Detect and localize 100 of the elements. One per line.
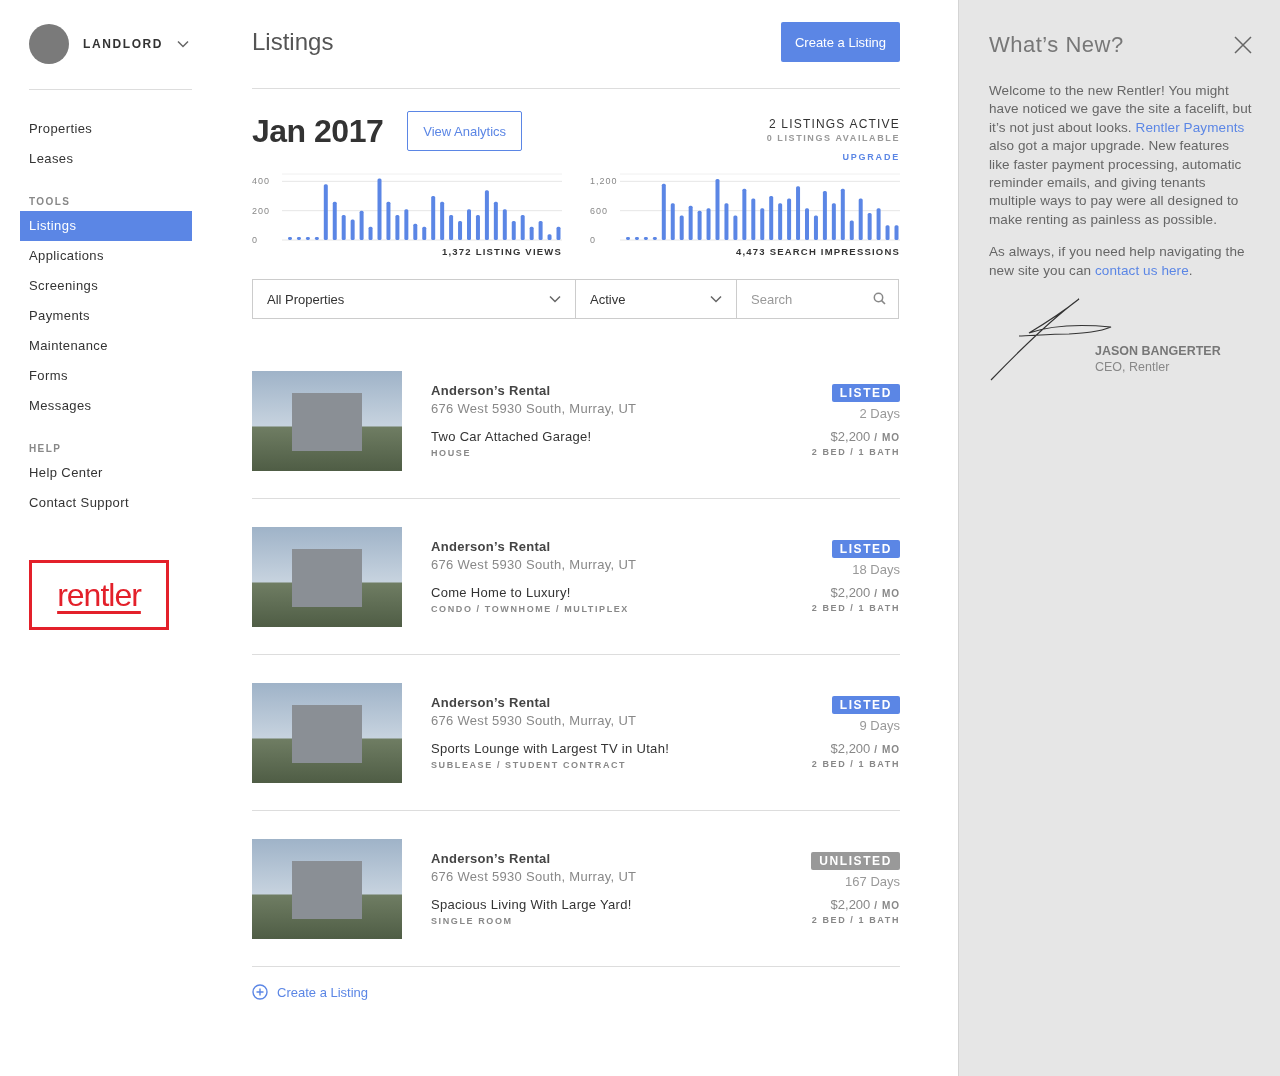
view-analytics-button[interactable]: View Analytics <box>407 111 523 151</box>
status-badge: LISTED <box>831 384 900 402</box>
chart-bar <box>652 237 657 240</box>
status-dropdown[interactable]: Active <box>575 279 737 319</box>
bed-bath: 2 BED / 1 BATH <box>811 603 900 613</box>
sidebar-item[interactable]: Contact Support <box>20 488 192 518</box>
account-role[interactable]: LANDLORD <box>83 37 164 51</box>
chart-bar <box>715 178 720 240</box>
chart-title: 1,372 LISTING VIEWS <box>442 246 562 257</box>
price-period: / MO <box>874 900 900 911</box>
panel-title: What’s New? <box>989 32 1124 58</box>
listing-type: SINGLE ROOM <box>431 916 514 926</box>
price: $2,200 <box>830 429 871 444</box>
price: $2,200 <box>830 585 871 600</box>
upgrade-link[interactable]: UPGRADE <box>842 152 900 162</box>
chart-bar <box>733 215 738 240</box>
chart-bar <box>840 188 845 240</box>
chart-bar <box>377 178 382 240</box>
sidebar-item[interactable]: Leases <box>20 144 192 174</box>
chart-bar <box>634 237 639 240</box>
chart-bar <box>440 201 445 240</box>
chart-bar <box>679 215 684 240</box>
listing-name[interactable]: Anderson’s Rental <box>431 695 812 710</box>
close-icon[interactable] <box>1234 36 1252 54</box>
section-heading: TOOLS <box>28 196 72 207</box>
chart-bar <box>849 220 854 240</box>
listing-address: 676 West 5930 South, Murray, UT <box>431 869 638 884</box>
chart-bar <box>885 225 890 240</box>
listing-type: HOUSE <box>431 448 472 458</box>
listing-name[interactable]: Anderson’s Rental <box>431 851 812 866</box>
chevron-down-icon <box>549 295 561 303</box>
create-listing-button[interactable]: Create a Listing <box>780 22 900 62</box>
property-dropdown[interactable]: All Properties <box>252 279 576 319</box>
create-listing-link[interactable]: Create a Listing <box>252 984 369 1000</box>
axis-tick-label: 200 <box>252 205 271 216</box>
listing-type: CONDO / TOWNHOME / MULTIPLEX <box>431 604 630 614</box>
price: $2,200 <box>830 897 871 912</box>
chart-bar <box>305 237 310 240</box>
chart-bar <box>341 215 346 240</box>
chart-bar <box>520 215 525 240</box>
chart-bar <box>778 203 783 240</box>
listing-age: 167 Days <box>845 874 900 889</box>
signer-title: CEO, Rentler <box>1095 360 1171 375</box>
section-heading: HELP <box>28 443 63 454</box>
chart-bar <box>458 220 463 240</box>
listing-headline: Come Home to Luxury! <box>431 585 572 600</box>
sidebar-item[interactable]: Properties <box>20 114 192 144</box>
chart-bar <box>706 208 711 240</box>
search-field[interactable]: Search <box>736 279 899 319</box>
chart-bar <box>502 209 507 240</box>
listing-headline: Two Car Attached Garage! <box>431 429 593 444</box>
signer-name: JASON BANGERTER <box>1095 344 1221 359</box>
sidebar-item[interactable]: Payments <box>20 301 192 331</box>
chart-bar <box>484 190 489 240</box>
chart-bar <box>876 208 881 240</box>
axis-tick-label: 1,200 <box>590 176 618 187</box>
chart-bar <box>386 201 391 240</box>
logo: rentler <box>29 560 169 630</box>
chart-bar <box>787 198 792 240</box>
chart-bar <box>822 191 827 240</box>
chart-bar <box>395 215 400 240</box>
chevron-down-icon <box>177 40 190 48</box>
chevron-down-icon <box>710 295 722 303</box>
sidebar-item[interactable]: Help Center <box>20 458 192 488</box>
price-period: / MO <box>874 744 900 755</box>
chart-bar <box>467 209 471 240</box>
axis-tick-label: 0 <box>252 235 258 245</box>
price-period: / MO <box>874 432 900 443</box>
sidebar-item[interactable]: Forms <box>20 361 192 391</box>
axis-tick-label: 0 <box>590 235 596 245</box>
status-badge: UNLISTED <box>811 852 900 870</box>
chart-bar <box>431 196 436 240</box>
chart-bar <box>867 213 872 240</box>
sidebar-item[interactable]: Listings <box>20 211 192 241</box>
sidebar-item[interactable]: Applications <box>20 241 192 271</box>
axis-tick-label: 600 <box>590 205 609 216</box>
chart-bar <box>359 210 364 240</box>
chart-bar <box>858 198 863 240</box>
chart-bar <box>556 226 561 240</box>
sidebar-item[interactable]: Maintenance <box>20 331 192 361</box>
chart-bar <box>661 183 666 240</box>
bed-bath: 2 BED / 1 BATH <box>811 915 900 925</box>
chart-bar <box>805 208 809 240</box>
sidebar-item[interactable]: Screenings <box>20 271 192 301</box>
listing-address: 676 West 5930 South, Murray, UT <box>431 557 638 572</box>
listing-name[interactable]: Anderson’s Rental <box>431 539 812 554</box>
chart-bar <box>697 210 702 240</box>
chart-bar <box>751 198 756 240</box>
chart-bar <box>769 196 774 240</box>
listings-available-count: 0 LISTINGS AVAILABLE <box>766 133 900 143</box>
plus-circle-icon <box>252 984 268 1000</box>
chart-bar <box>296 237 301 240</box>
chart-bar <box>760 208 765 240</box>
listing-headline: Sports Lounge with Largest TV in Utah! <box>431 741 671 756</box>
price-period: / MO <box>874 588 900 599</box>
chart-bar <box>350 219 355 240</box>
listing-name[interactable]: Anderson’s Rental <box>431 383 812 398</box>
chart-bar <box>314 237 319 240</box>
sidebar-item[interactable]: Messages <box>20 391 192 421</box>
chart-bar <box>538 220 543 240</box>
